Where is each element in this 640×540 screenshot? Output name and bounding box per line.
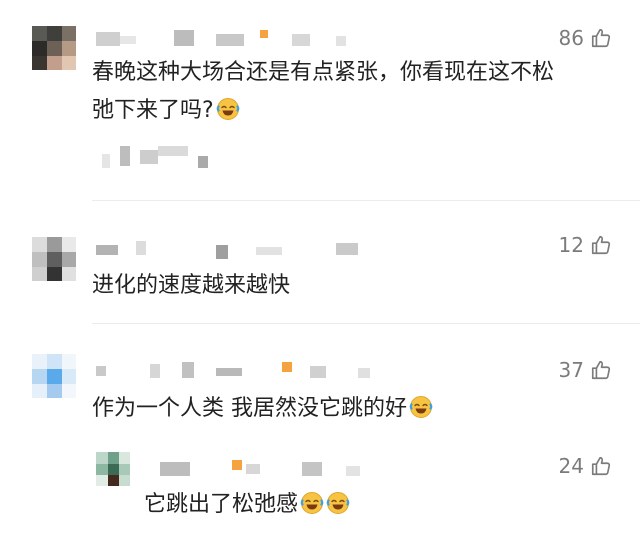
thumbs-up-icon — [591, 456, 611, 476]
laughing-crying-emoji-icon — [409, 396, 433, 418]
thumbs-up-icon — [591, 360, 611, 380]
like-button[interactable]: 86 — [559, 26, 612, 50]
comment-text: 它跳出了松弛感 — [144, 486, 350, 524]
thumbs-up-icon — [591, 235, 611, 255]
reply-comment: 24 它跳出了松弛感 — [0, 434, 640, 540]
avatar[interactable] — [32, 354, 76, 398]
like-button[interactable]: 24 — [559, 454, 612, 478]
avatar[interactable] — [32, 26, 76, 70]
like-count: 86 — [558, 26, 584, 50]
like-count: 12 — [558, 233, 584, 257]
username-blurred[interactable] — [96, 241, 386, 259]
like-count: 37 — [558, 358, 584, 382]
avatar[interactable] — [96, 452, 130, 486]
comment-text-line: 弛下来了吗? — [92, 92, 612, 130]
username-blurred[interactable] — [96, 30, 356, 48]
thumbs-up-icon — [591, 28, 611, 48]
laughing-crying-emoji-icon — [216, 98, 240, 120]
like-button[interactable]: 37 — [559, 358, 612, 382]
laughing-crying-emoji-icon — [300, 492, 324, 514]
comment-text: 进化的速度越来越快 — [92, 273, 291, 298]
username-blurred[interactable] — [160, 460, 380, 478]
username-blurred[interactable] — [96, 362, 396, 380]
comment-text: 作为一个人类 我居然没它跳的好 — [92, 390, 433, 428]
comment-1: 86 春晚这种大场合还是有点紧张，你看现在这不松 弛下来了吗? — [0, 0, 640, 200]
comment-text-line: 春晚这种大场合还是有点紧张，你看现在这不松 — [92, 60, 555, 85]
blurred-image — [102, 146, 212, 172]
comment-2: 12 进化的速度越来越快 — [0, 201, 640, 323]
laughing-crying-emoji-icon — [326, 492, 350, 514]
like-button[interactable]: 12 — [559, 233, 612, 257]
comment-text: 春晚这种大场合还是有点紧张，你看现在这不松 弛下来了吗? — [92, 54, 612, 130]
avatar[interactable] — [32, 237, 76, 281]
like-count: 24 — [558, 454, 584, 478]
comment-3: 37 作为一个人类 我居然没它跳的好 — [0, 324, 640, 434]
